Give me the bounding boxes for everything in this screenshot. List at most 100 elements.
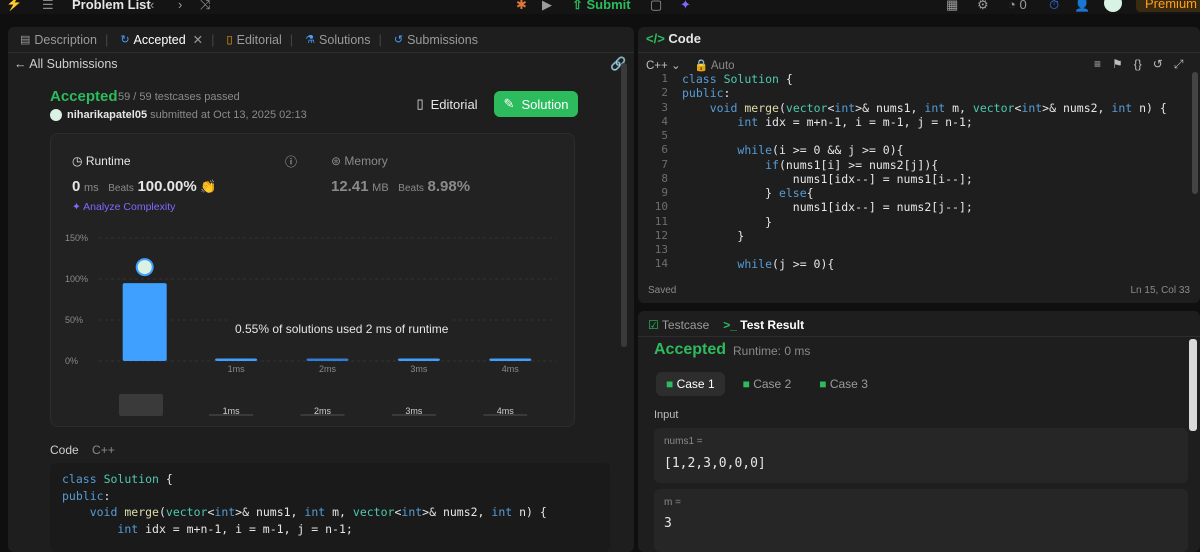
- code-text: if(nums1[i] >= nums2[j]){: [765, 157, 939, 172]
- bookmark-icon[interactable]: ⚑: [1112, 57, 1123, 72]
- submit-button[interactable]: ⇧ Submit: [572, 0, 631, 13]
- code-line: class Solution {: [62, 472, 173, 486]
- case-label: Case 3: [829, 377, 868, 391]
- submit-label: Submit: [586, 0, 631, 12]
- tab-testcase[interactable]: ☑ Testcase: [648, 318, 709, 332]
- chevron-down-icon: ⌄: [670, 60, 681, 72]
- editorial-button[interactable]: ▯ Editorial: [408, 91, 486, 117]
- run-icon[interactable]: ▶: [542, 0, 552, 13]
- check-icon: ■: [666, 377, 677, 391]
- code-label: Code: [50, 443, 79, 457]
- line-number: 8: [661, 171, 668, 185]
- lock-icon: 🔒: [694, 60, 709, 72]
- divider: [638, 336, 1200, 337]
- runtime-distribution-chart[interactable]: 150% 100% 50% 0% 1ms 2ms 3ms 4ms 1ms 2ms 3ms 4ms: [51, 134, 576, 428]
- case-tab[interactable]: ■ Case 1: [656, 372, 725, 396]
- submitted-at: submitted at Oct 13, 2025 02:13: [150, 109, 307, 121]
- premium-button[interactable]: Premium: [1136, 0, 1200, 12]
- left-tabs: ▤ Description | ↻ Accepted ✕ | ▯ Editorial |…: [8, 27, 634, 53]
- checkbox-icon: ☑: [648, 318, 659, 332]
- tab-solutions[interactable]: ⚗ Solutions: [305, 33, 370, 47]
- settings-icon[interactable]: ⚙: [977, 0, 989, 13]
- close-icon[interactable]: ✕: [193, 32, 203, 47]
- solution-button[interactable]: ✎ Solution: [494, 91, 578, 117]
- case-tab[interactable]: ■ Case 2: [733, 372, 802, 396]
- code-text: nums1[idx--] = nums2[j--];: [682, 200, 973, 215]
- line-number: 6: [661, 143, 668, 157]
- layout-icon[interactable]: ▦: [946, 0, 958, 13]
- overview-label: 4ms: [497, 406, 515, 416]
- arrow-left-icon: ←: [14, 57, 27, 71]
- line-number: 4: [661, 114, 668, 128]
- prev-icon[interactable]: ‹: [150, 0, 154, 12]
- chart-tooltip: 0.55% of solutions used 2 ms of runtime: [229, 318, 455, 340]
- runtime-bar[interactable]: [215, 358, 258, 361]
- param-box: nums1 = [1,2,3,0,0,0]: [654, 428, 1188, 483]
- save-status: Saved: [648, 285, 677, 296]
- tab-description[interactable]: ▤ Description: [20, 33, 97, 47]
- divider: |: [289, 32, 294, 47]
- case-label: Case 2: [753, 377, 792, 391]
- avatar: [50, 109, 62, 121]
- notes-icon[interactable]: ▢: [650, 0, 662, 13]
- case-tab[interactable]: ■ Case 3: [809, 372, 878, 396]
- logo-icon[interactable]: ⚡: [6, 0, 22, 12]
- param-value: 3: [664, 516, 672, 531]
- braces-icon[interactable]: {}: [1134, 57, 1142, 72]
- avatar[interactable]: [1104, 0, 1122, 12]
- tab-label: Test Result: [740, 318, 805, 332]
- check-icon: ■: [819, 377, 830, 391]
- y-tick-label: 150%: [65, 233, 88, 243]
- code-language: C++: [92, 443, 115, 457]
- code-text: } else{: [682, 186, 814, 200]
- username[interactable]: niharikapatel05: [67, 109, 147, 121]
- next-icon[interactable]: ›: [178, 0, 182, 12]
- submission-meta: niharikapatel05 submitted at Oct 13, 202…: [67, 109, 307, 121]
- timer-icon[interactable]: ⏱: [1049, 0, 1059, 13]
- result-status: Accepted: [654, 341, 727, 358]
- overview-label: 3ms: [405, 406, 423, 416]
- tab-test-result[interactable]: >_ Test Result: [723, 318, 804, 332]
- scrollbar[interactable]: [1192, 72, 1198, 194]
- tab-submissions[interactable]: ↺ Submissions: [394, 33, 478, 47]
- divider: |: [211, 32, 215, 47]
- runtime-bar[interactable]: [122, 283, 167, 361]
- line-number: 5: [661, 129, 668, 142]
- line-number: 10: [654, 200, 668, 214]
- tab-accepted[interactable]: ↻ Accepted ✕: [120, 32, 203, 48]
- debug-icon[interactable]: ✱: [516, 0, 527, 13]
- line-number: 9: [661, 186, 668, 199]
- menu-icon[interactable]: ☰: [42, 0, 54, 13]
- testcases-passed: 59 / 59 testcases passed: [118, 91, 240, 103]
- scrollbar[interactable]: [621, 63, 627, 347]
- code-text: nums1[idx--] = nums1[i--];: [682, 171, 973, 186]
- reset-icon[interactable]: ↺: [1153, 57, 1163, 72]
- tab-editorial[interactable]: ▯ Editorial: [227, 33, 282, 47]
- editor-title-label: Code: [668, 31, 701, 46]
- code-text: void merge(vector<int>& nums1, int m, ve…: [709, 100, 1167, 115]
- expand-icon[interactable]: ⤢: [1174, 57, 1184, 72]
- scrollbar[interactable]: [1189, 339, 1197, 431]
- runtime-bar[interactable]: [489, 358, 532, 361]
- code-header: Code C++: [50, 443, 115, 457]
- sparkle-icon[interactable]: ✦: [680, 0, 691, 13]
- runtime-bar[interactable]: [397, 358, 440, 361]
- code-text: class Solution {: [682, 72, 793, 86]
- add-friend-icon[interactable]: 👤: [1074, 0, 1090, 13]
- problem-list-link[interactable]: Problem List: [72, 0, 151, 12]
- shuffle-icon[interactable]: ⤨: [200, 0, 210, 13]
- all-submissions-link[interactable]: ← All Submissions: [14, 57, 118, 71]
- editor-toolbar: ≡ ⚑ {} ↺ ⤢: [1094, 57, 1183, 72]
- format-icon[interactable]: ≡: [1094, 57, 1101, 72]
- param-name: m =: [664, 497, 681, 508]
- code-line: void merge(vector<int>& nums1, int m, ve…: [89, 505, 547, 519]
- streak-icon[interactable]: ◔ 0: [1008, 0, 1027, 12]
- tab-label: Description: [34, 32, 97, 47]
- code-editor[interactable]: 1 class Solution {2 public: 3 void merge(ve…: [638, 72, 1178, 272]
- overview-selector[interactable]: [119, 394, 163, 416]
- case-tabs: ■ Case 1 ■ Case 2 ■ Case 3: [656, 372, 878, 396]
- runtime-bar[interactable]: [306, 358, 349, 361]
- language-select[interactable]: C++ ⌄: [646, 58, 681, 72]
- streak-count: 0: [1019, 0, 1027, 12]
- auto-mode[interactable]: 🔒 Auto: [694, 58, 735, 72]
